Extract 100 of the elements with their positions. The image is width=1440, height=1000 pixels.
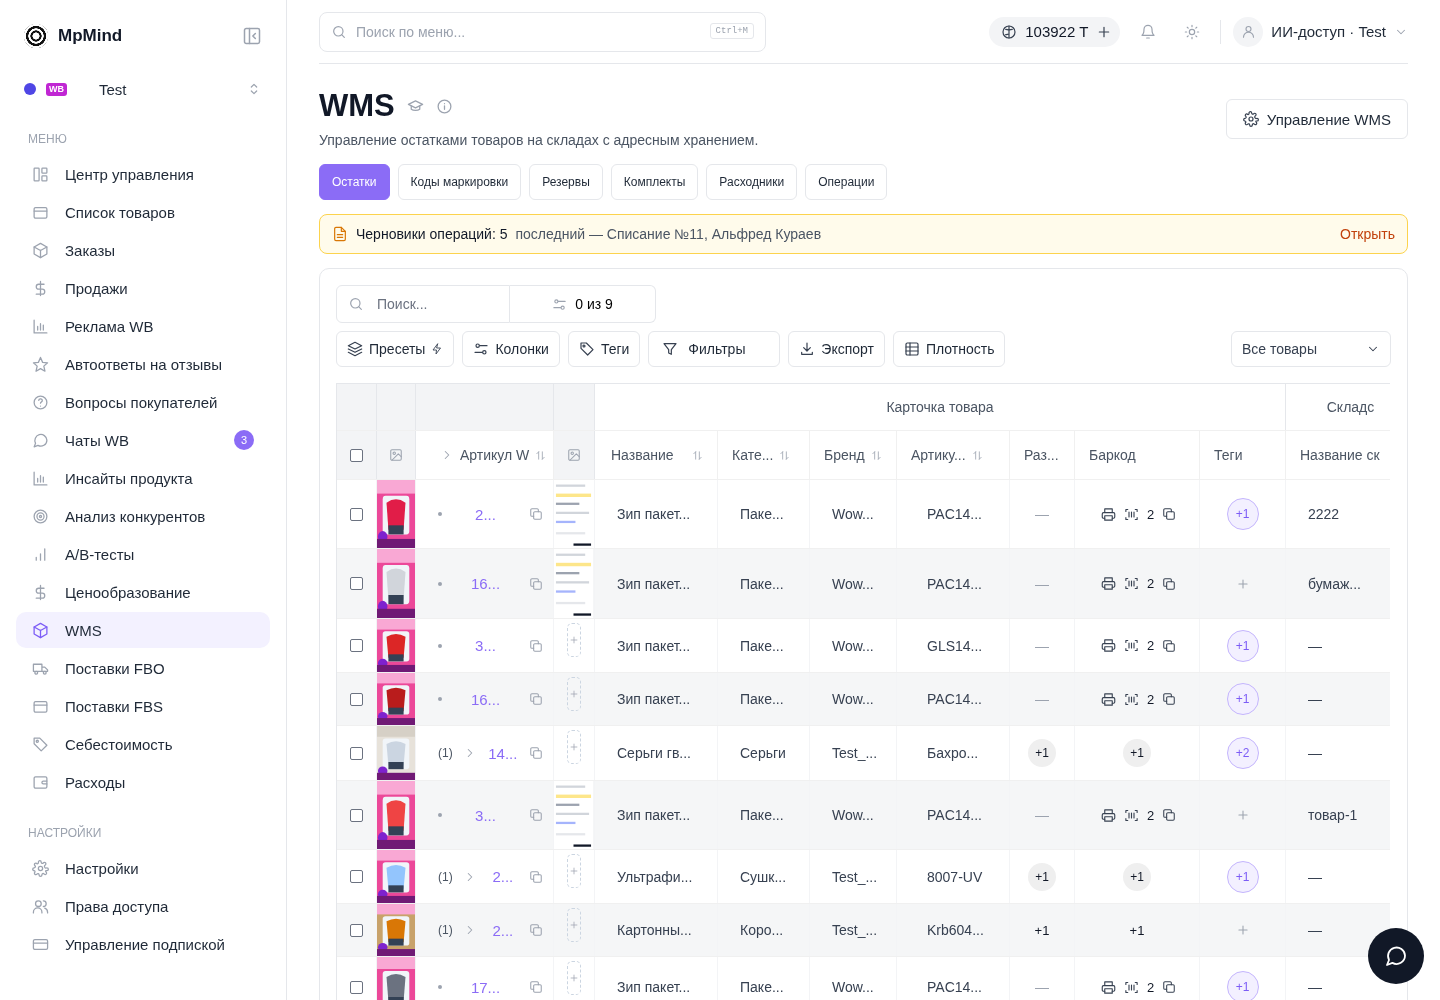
sidebar-item[interactable]: Центр управления (16, 156, 270, 192)
article-link[interactable]: 3... (452, 806, 519, 824)
section-title: МЕНЮ (27, 131, 68, 148)
settings-icon (32, 859, 49, 877)
sidebar-item[interactable]: Вопросы покупателей (16, 384, 270, 420)
tag-icon (578, 341, 595, 357)
sidebar-item[interactable]: Заказы (16, 232, 270, 268)
row-checkbox[interactable] (350, 692, 363, 706)
column-header[interactable]: Артику... (897, 431, 1010, 479)
toolbar-button[interactable]: Плотность (892, 331, 1006, 367)
sidebar-item[interactable]: Список товаров (16, 194, 270, 230)
toolbar-button[interactable]: Теги (567, 331, 641, 367)
copy-icon (529, 692, 543, 706)
sidebar-item[interactable]: Анализ конкурентов (16, 498, 270, 534)
sidebar-item[interactable]: Поставки FBO (16, 650, 270, 686)
sidebar-item[interactable]: Чаты WB 3 (16, 422, 270, 458)
row-checkbox[interactable] (350, 746, 363, 760)
sidebar-item[interactable]: WMS (16, 612, 270, 648)
row-checkbox[interactable] (350, 507, 363, 521)
table-cell: Паке... (718, 673, 810, 725)
row-checkbox[interactable] (350, 577, 363, 590)
row-checkbox[interactable] (350, 980, 363, 994)
token-balance[interactable]: 103922 T (989, 16, 1121, 47)
article-link[interactable]: 16... (452, 575, 519, 592)
barcode-text: 2 (1147, 506, 1155, 522)
table-search-field[interactable]: Поиск... (336, 285, 510, 323)
tab[interactable]: Комплекты (610, 164, 699, 200)
scope-dropdown[interactable]: Все товары (1231, 331, 1391, 367)
select-all-checkbox[interactable] (350, 448, 363, 462)
sidebar-item[interactable]: Реклама WB (16, 308, 270, 344)
column-header[interactable]: Название ск (1286, 431, 1390, 479)
copy-icon (529, 638, 543, 653)
account-name[interactable]: Test (77, 80, 236, 98)
dashboard-icon (32, 165, 49, 183)
tab[interactable]: Расходники (706, 164, 798, 200)
sidebar-item[interactable]: Поставки FBS (16, 688, 270, 724)
table-cell: Серьги (718, 726, 810, 780)
article-link[interactable]: 3... (452, 637, 519, 654)
column-header[interactable]: Теги (1200, 431, 1286, 479)
tab[interactable]: Остатки (319, 164, 390, 200)
tag-count-chip[interactable]: +1 (1226, 629, 1259, 662)
column-header[interactable]: Раз... (1010, 431, 1075, 479)
article-link[interactable]: 2... (486, 868, 519, 885)
empty-value: — (1035, 637, 1049, 654)
sidebar-item[interactable]: Инсайты продукта (16, 460, 270, 496)
article-link[interactable]: 2... (486, 921, 519, 939)
sidebar-item[interactable]: Права доступа (16, 888, 270, 924)
sidebar-item[interactable]: Настройки (16, 850, 270, 886)
target-icon (32, 507, 49, 525)
tab[interactable]: Резервы (529, 164, 603, 200)
manage-wms-button[interactable]: Управление WMS (1225, 99, 1408, 139)
sidebar-item[interactable]: Автоответы на отзывы (16, 346, 270, 382)
row-checkbox[interactable] (350, 870, 363, 883)
tag-count-chip[interactable]: +1 (1226, 683, 1259, 715)
sidebar-item[interactable]: Расходы (16, 764, 270, 800)
column-header[interactable]: Кате... (718, 431, 810, 479)
tab[interactable]: Коды маркировки (397, 164, 522, 200)
toolbar-button[interactable]: Колонки (462, 331, 560, 367)
article-link[interactable]: 17... (452, 978, 519, 996)
sidebar-item[interactable]: Себестоимость (16, 726, 270, 762)
column-header[interactable]: Бренд (810, 431, 897, 479)
printer-icon (1101, 576, 1116, 591)
sidebar-item[interactable]: Продажи (16, 270, 270, 306)
tab[interactable]: Операции (805, 164, 888, 200)
tag-count-chip[interactable]: +1 (1226, 498, 1259, 530)
plus-icon (569, 635, 579, 645)
user-menu[interactable]: ИИ-доступ · Test (1233, 16, 1408, 47)
sidebar-item[interactable]: Ценообразование (16, 574, 270, 610)
row-checkbox[interactable] (350, 639, 363, 652)
copy-icon (529, 746, 543, 760)
column-header[interactable]: Баркод (1075, 431, 1200, 479)
copy-icon (529, 980, 543, 994)
count-chip[interactable]: +1 (1123, 739, 1151, 767)
count-chip[interactable]: +1 (1028, 862, 1056, 891)
copy-icon (1162, 507, 1177, 521)
open-link[interactable]: Открыть (1340, 226, 1395, 242)
row-checkbox[interactable] (350, 808, 363, 822)
article-link[interactable]: 14... (486, 744, 519, 762)
sidebar-item[interactable]: Управление подпиской (16, 926, 270, 962)
table-cell: Картонны... (595, 904, 718, 956)
tag-count-chip[interactable]: +1 (1226, 971, 1259, 1000)
tag-count-chip[interactable]: +2 (1226, 737, 1259, 769)
chat-icon (32, 431, 49, 449)
count-chip[interactable]: +1 (1123, 862, 1151, 891)
sidebar-item[interactable]: A/B-тесты (16, 536, 270, 572)
toolbar-button[interactable]: Пресеты (336, 331, 455, 367)
row-checkbox[interactable] (350, 923, 363, 937)
column-header[interactable]: Название (595, 431, 718, 479)
article-link[interactable]: 2... (452, 505, 519, 523)
plus-icon (569, 920, 579, 930)
plus-icon (569, 742, 579, 752)
chat-button[interactable] (1368, 928, 1424, 984)
toolbar-button[interactable]: Экспорт (788, 331, 885, 367)
tag-count-chip[interactable]: +1 (1226, 860, 1259, 893)
filter-count-button[interactable]: 0 из 9 (510, 285, 656, 323)
toolbar-button[interactable]: Фильтры (648, 331, 781, 367)
table-cell: Зип пакет... (595, 480, 718, 548)
table-cell: PAC14... (897, 957, 1010, 1000)
count-chip[interactable]: +1 (1028, 739, 1056, 767)
article-link[interactable]: 16... (452, 690, 519, 708)
